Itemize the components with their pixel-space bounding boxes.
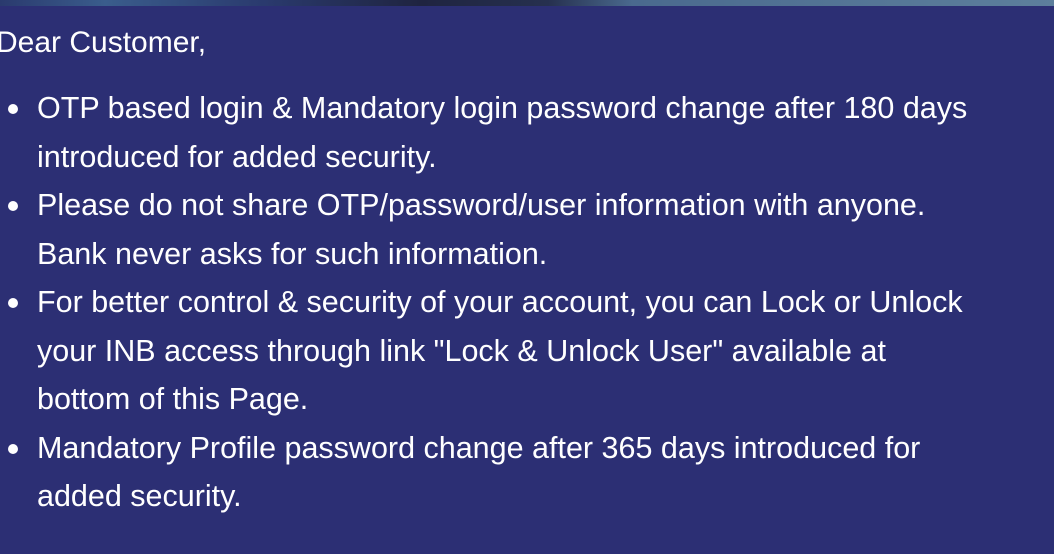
bullet-icon bbox=[8, 104, 18, 114]
security-points-list: OTP based login & Mandatory login passwo… bbox=[0, 84, 1040, 521]
list-item: For better control & security of your ac… bbox=[0, 278, 1040, 424]
list-item-text: For better control & security of your ac… bbox=[37, 285, 963, 416]
list-item-text: Please do not share OTP/password/user in… bbox=[37, 188, 926, 271]
bullet-icon bbox=[8, 298, 18, 308]
greeting-text: Dear Customer, bbox=[0, 26, 207, 59]
bullet-icon bbox=[8, 201, 18, 211]
list-item-text: OTP based login & Mandatory login passwo… bbox=[37, 91, 968, 174]
list-item: Mandatory Profile password change after … bbox=[0, 424, 1040, 521]
list-item: Please do not share OTP/password/user in… bbox=[0, 181, 1040, 278]
list-item: OTP based login & Mandatory login passwo… bbox=[0, 84, 1040, 181]
bullet-icon bbox=[8, 443, 18, 454]
security-notice-panel: Dear Customer, OTP based login & Mandato… bbox=[0, 6, 1054, 554]
list-item-text: Mandatory Profile password change after … bbox=[37, 430, 921, 514]
